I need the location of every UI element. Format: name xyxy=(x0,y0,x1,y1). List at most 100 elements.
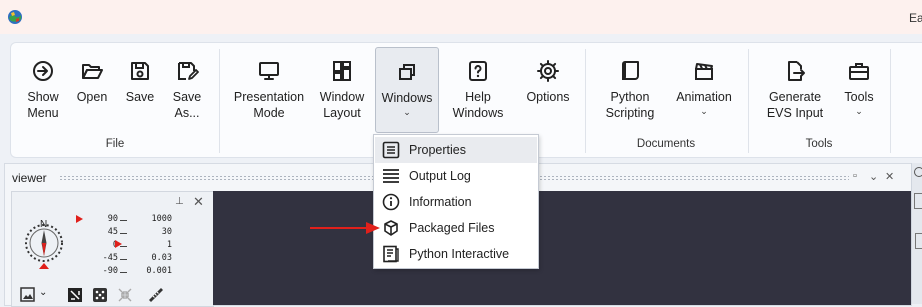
pin-icon[interactable]: ⊥ xyxy=(175,196,184,207)
app-logo-icon xyxy=(7,9,23,25)
close-icon[interactable]: ✕ xyxy=(193,194,204,210)
zoom-value: 30 xyxy=(161,227,172,237)
dice-icon[interactable] xyxy=(92,287,108,303)
help-windows-button[interactable]: Help Windows xyxy=(445,47,511,133)
python-scripting-label: Python Scripting xyxy=(605,90,655,120)
help-windows-label: Help Windows xyxy=(452,90,504,120)
fit-view-icon[interactable] xyxy=(67,287,83,303)
help-box-icon xyxy=(466,59,490,83)
generate-evs-input-button[interactable]: Generate EVS Input xyxy=(757,47,833,133)
presentation-mode-button[interactable]: Presentation Mode xyxy=(227,47,311,133)
save-label: Save xyxy=(125,90,155,104)
window-title: Ea xyxy=(909,11,922,25)
chevron-down-icon[interactable]: ⌄ xyxy=(869,170,878,183)
toolbox-icon xyxy=(847,59,871,83)
menu-item-label: Information xyxy=(409,195,472,209)
presentation-mode-label: Presentation Mode xyxy=(233,90,305,120)
elevation-marker-icon[interactable] xyxy=(76,215,84,223)
windows-stack-icon xyxy=(395,60,419,84)
scale-tick xyxy=(120,233,127,234)
zoom-value: 1000 xyxy=(151,214,172,224)
group-label-documents: Documents xyxy=(636,138,696,150)
side-panel-strip[interactable] xyxy=(911,163,922,304)
elevation-value: 0 xyxy=(86,240,118,250)
layout-grid-icon xyxy=(330,59,354,83)
image-view-icon[interactable] xyxy=(20,287,36,303)
arrow-circle-right-icon xyxy=(31,59,55,83)
elevation-value: 90 xyxy=(107,214,118,224)
information-icon xyxy=(382,193,400,211)
menu-item-python-interactive[interactable]: Python Interactive xyxy=(375,241,537,267)
elevation-value: -90 xyxy=(102,266,118,276)
zoom-marker-icon[interactable] xyxy=(115,240,123,248)
save-as-button[interactable]: Save As... xyxy=(163,47,211,133)
tools-label: Tools xyxy=(844,90,874,104)
zoom-value: 0.001 xyxy=(146,266,172,276)
chevron-down-icon: ⌄ xyxy=(700,106,708,116)
menu-item-label: Python Interactive xyxy=(409,247,510,261)
group-label-tools: Tools xyxy=(805,138,833,150)
python-scripting-button[interactable]: Python Scripting xyxy=(595,47,665,133)
chevron-down-icon: ⌄ xyxy=(403,107,411,117)
window-layout-button[interactable]: Window Layout xyxy=(313,47,371,133)
clapperboard-icon xyxy=(692,59,716,83)
menu-item-packaged-files[interactable]: Packaged Files xyxy=(375,215,537,241)
chevron-down-icon[interactable]: ⌄ xyxy=(39,287,47,298)
monitor-icon xyxy=(257,59,281,83)
windows-label: Windows xyxy=(381,91,433,105)
close-panel-icon[interactable]: ✕ xyxy=(885,170,894,183)
menu-item-label: Packaged Files xyxy=(409,221,495,235)
collapse-icon[interactable] xyxy=(117,287,133,303)
ribbon-separator xyxy=(890,49,891,153)
menu-item-properties[interactable]: Properties xyxy=(375,137,537,163)
scale-row: 45 30 xyxy=(74,227,174,240)
annotation-arrow-icon xyxy=(310,222,380,234)
file-export-icon xyxy=(783,59,807,83)
show-menu-label: Show Menu xyxy=(27,90,59,120)
scale-row: 90 1000 xyxy=(74,214,174,227)
properties-icon xyxy=(382,141,400,159)
float-panel-icon[interactable]: ▫ xyxy=(853,170,857,182)
viewer-title: viewer xyxy=(12,171,47,185)
menu-item-label: Properties xyxy=(409,143,466,157)
scale-row: 0 1 xyxy=(74,240,174,253)
show-menu-button[interactable]: Show Menu xyxy=(16,47,70,133)
scroll-icon[interactable] xyxy=(915,233,922,249)
package-icon xyxy=(382,219,400,237)
view-controls-panel: ⊥ ✕ N 90 1000 45 30 0 xyxy=(11,191,214,307)
options-label: Options xyxy=(526,90,570,104)
menu-item-information[interactable]: Information xyxy=(375,189,537,215)
tools-button[interactable]: Tools ⌄ xyxy=(837,47,881,133)
toggle-icon[interactable] xyxy=(914,167,922,177)
animation-button[interactable]: Animation ⌄ xyxy=(671,47,737,133)
options-button[interactable]: Options xyxy=(521,47,575,133)
save-as-label: Save As... xyxy=(172,90,202,120)
generate-evs-input-label: Generate EVS Input xyxy=(766,90,824,120)
save-as-icon xyxy=(175,59,199,83)
scale-tick xyxy=(120,220,127,221)
scroll-icon[interactable] xyxy=(914,193,922,209)
group-label-file: File xyxy=(105,138,125,150)
windows-button[interactable]: Windows ⌄ xyxy=(375,47,439,133)
view-scales: 90 1000 45 30 0 1 -45 0.03 -90 xyxy=(74,214,174,279)
scale-tick xyxy=(120,259,127,260)
floppy-disk-icon xyxy=(128,59,152,83)
elevation-value: 45 xyxy=(107,227,118,237)
3d-viewport[interactable] xyxy=(213,191,911,305)
menu-item-output-log[interactable]: Output Log xyxy=(375,163,537,189)
open-button[interactable]: Open xyxy=(71,47,113,133)
elevation-value: -45 xyxy=(102,253,118,263)
output-log-icon xyxy=(382,167,400,185)
ribbon-separator xyxy=(219,49,220,153)
save-button[interactable]: Save xyxy=(117,47,163,133)
python-interactive-icon xyxy=(382,245,400,263)
folder-open-icon xyxy=(80,59,104,83)
scale-tick xyxy=(120,272,127,273)
open-label: Open xyxy=(76,90,108,104)
window-layout-label: Window Layout xyxy=(319,90,365,120)
ruler-icon[interactable] xyxy=(148,287,164,303)
gear-icon xyxy=(536,59,560,83)
chevron-down-icon: ⌄ xyxy=(855,106,863,116)
zoom-value: 0.03 xyxy=(151,253,172,263)
script-icon xyxy=(618,59,642,83)
